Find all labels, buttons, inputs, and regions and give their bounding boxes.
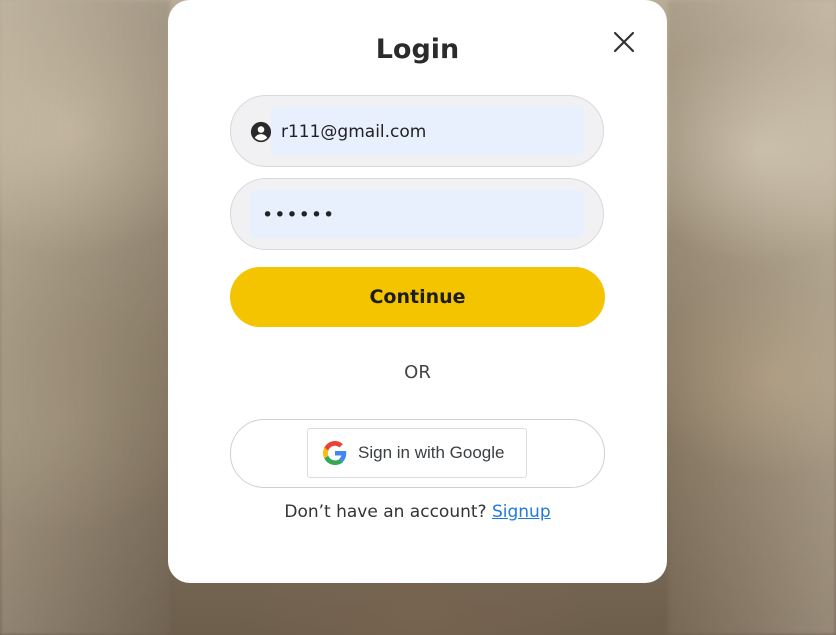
email-field[interactable]: [279, 107, 583, 157]
login-modal: Login Continue OR S: [168, 0, 667, 583]
or-divider: OR: [404, 362, 431, 383]
close-icon[interactable]: [608, 26, 640, 58]
google-signin-label: Sign in with Google: [358, 443, 505, 462]
signup-prompt: Don’t have an account? Signup: [168, 502, 667, 522]
signup-link[interactable]: Signup: [492, 502, 551, 522]
page-title: Login: [375, 34, 460, 65]
password-field-wrapper: [230, 178, 604, 250]
user-icon: [250, 121, 272, 143]
google-signin-wrapper: Sign in with Google: [230, 419, 605, 488]
close-button[interactable]: [608, 26, 640, 58]
google-signin-button[interactable]: Sign in with Google: [307, 428, 527, 478]
signup-prompt-text: Don’t have an account?: [284, 502, 487, 522]
password-field[interactable]: [260, 190, 564, 240]
google-g-icon: [323, 441, 347, 465]
continue-button[interactable]: Continue: [230, 267, 605, 327]
email-field-wrapper: [230, 95, 604, 167]
